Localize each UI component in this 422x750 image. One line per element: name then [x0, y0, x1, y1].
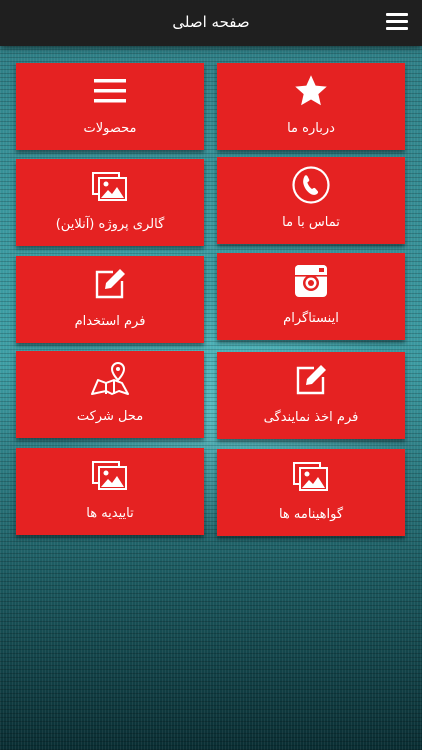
gallery-icon	[217, 459, 405, 495]
tile-agency-form[interactable]: فرم اخذ نمایندگی	[217, 352, 405, 439]
tile-label: گواهینامه ها	[278, 507, 344, 522]
tile-employment-form[interactable]: فرم استخدام	[16, 256, 204, 343]
edit-icon	[16, 266, 204, 302]
top-bar: صفحه اصلی	[0, 0, 422, 46]
star-icon	[217, 73, 405, 109]
instagram-icon	[217, 263, 405, 299]
tile-label: محصولات	[83, 121, 137, 136]
gallery-icon	[16, 169, 204, 205]
tile-products[interactable]: محصولات	[16, 63, 204, 150]
tile-instagram[interactable]: اینستاگرام	[217, 253, 405, 340]
tile-about-us[interactable]: درباره ما	[217, 63, 405, 150]
tile-label: تماس با ما	[282, 215, 340, 230]
tile-label: محل شرکت	[76, 409, 144, 424]
page-title: صفحه اصلی	[172, 13, 250, 31]
tile-label: فرم اخذ نمایندگی	[263, 410, 359, 425]
list-icon	[16, 73, 204, 109]
tile-company-location[interactable]: محل شرکت	[16, 351, 204, 438]
tile-approvals[interactable]: تاییدیه ها	[16, 448, 204, 535]
tile-contact-us[interactable]: تماس با ما	[217, 157, 405, 244]
phone-icon	[217, 166, 405, 204]
tile-label: گالری پروژه (آنلاین)	[55, 217, 165, 232]
tile-label: اینستاگرام	[283, 311, 339, 326]
map-icon	[16, 361, 204, 397]
tile-label: تاییدیه ها	[86, 506, 134, 521]
hamburger-menu-icon[interactable]	[386, 13, 408, 31]
gallery-icon	[16, 458, 204, 494]
tile-label: فرم استخدام	[74, 314, 146, 329]
tile-project-gallery[interactable]: گالری پروژه (آنلاین)	[16, 159, 204, 246]
tile-certificates[interactable]: گواهینامه ها	[217, 449, 405, 536]
tile-label: درباره ما	[287, 121, 335, 136]
edit-icon	[217, 362, 405, 398]
